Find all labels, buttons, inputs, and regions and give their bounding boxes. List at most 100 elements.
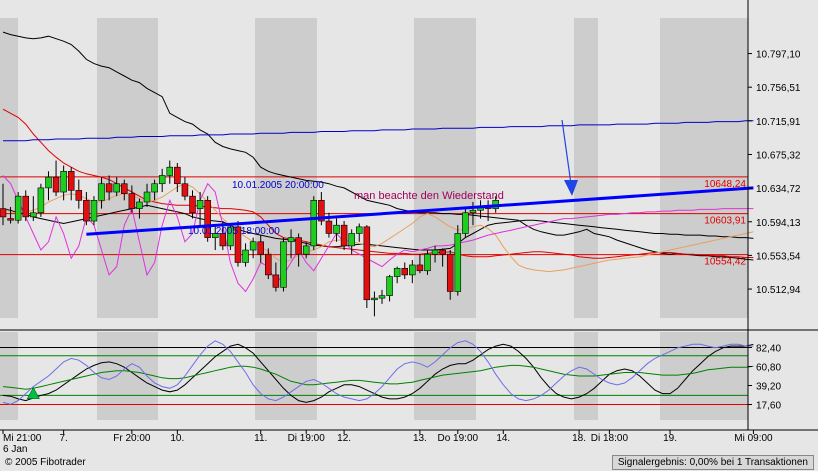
candle-body-20 (151, 183, 158, 193)
candle-body-36 (272, 274, 280, 288)
candle-body-7 (52, 176, 60, 193)
time-tick-label-0: Mi 21:00 (3, 433, 42, 444)
osc-tick-label-3: 17,60 (756, 401, 781, 412)
candle-body-4 (30, 212, 37, 218)
candle-body-12 (90, 200, 98, 222)
status-bar: © 2005 Fibotrader Signalergebnis: 0,00% … (0, 454, 818, 471)
price-band-1 (97, 18, 158, 318)
candle-body-41 (310, 200, 318, 247)
candle-body-16 (121, 183, 128, 194)
price-band-5 (660, 18, 748, 318)
candle-body-15 (113, 183, 120, 193)
candle-2 (14, 192, 22, 224)
candle-body-59 (446, 253, 454, 292)
candle-body-22 (166, 166, 174, 176)
candle-body-33 (249, 241, 257, 251)
candle-body-49 (371, 297, 378, 301)
price-tick-label-4: 10.634,72 (756, 184, 801, 195)
candle-body-21 (158, 175, 166, 185)
candle-body-6 (45, 176, 52, 189)
candle-body-38 (287, 237, 295, 243)
candle-body-17 (128, 193, 136, 209)
candle-body-62 (469, 209, 477, 214)
annotation-date-2: 10.01.2005 18:00:00 (188, 226, 280, 237)
candle-48 (363, 225, 371, 309)
time-tick-label-13: Mi 09:00 (734, 433, 773, 444)
candle-body-53 (401, 267, 408, 276)
candle-body-58 (439, 249, 446, 255)
candle-body-25 (189, 195, 196, 214)
candle-body-11 (83, 200, 90, 222)
candle-41 (310, 196, 318, 251)
candle-body-18 (136, 201, 143, 209)
candle-body-9 (67, 171, 75, 191)
osc-band-1 (97, 332, 158, 420)
candle-body-0 (0, 208, 7, 218)
candle-body-24 (181, 183, 189, 197)
annotation-date-1: 10.01.2005 20:00:00 (232, 180, 324, 191)
time-tick-label-10: 18. (572, 433, 586, 444)
price-tick-label-5: 10.594,13 (756, 218, 801, 229)
candle-body-8 (60, 171, 67, 193)
price-band-3 (414, 18, 476, 318)
candle-60 (454, 225, 462, 296)
candle-body-14 (105, 183, 113, 193)
candle-body-60 (454, 233, 462, 292)
candle-body-5 (37, 187, 45, 214)
candle-body-40 (302, 245, 310, 255)
price-tick-label-7: 10.512,94 (756, 285, 801, 296)
candle-body-46 (348, 233, 355, 247)
candle-45 (340, 221, 348, 251)
candle-body-3 (22, 195, 29, 218)
price-chart[interactable]: 10648,2410603,9110554,42 10.01.2005 20:0… (0, 0, 818, 471)
copyright-text: © 2005 Fibotrader (5, 457, 86, 468)
candle-body-26 (196, 200, 204, 209)
time-tick-label-12: 19. (663, 433, 677, 444)
candle-body-45 (340, 224, 348, 247)
candle-body-2 (14, 195, 22, 221)
candle-body-37 (280, 241, 287, 288)
time-tick-label-9: 14. (496, 433, 510, 444)
signal-result: Signalergebnis: 0,00% bei 1 Transaktione… (611, 455, 814, 470)
candle-body-50 (378, 295, 386, 299)
candle-body-39 (295, 237, 302, 255)
osc-tick-label-1: 60,80 (756, 362, 781, 373)
candle-body-32 (242, 249, 249, 263)
candle-body-43 (325, 220, 333, 234)
osc-band-0 (0, 332, 18, 420)
price-tick-label-2: 10.715,91 (756, 117, 801, 128)
time-tick-label-7: 13. (413, 433, 427, 444)
candle-12 (90, 196, 98, 226)
time-tick-label-3: 10. (170, 433, 184, 444)
candle-body-44 (333, 224, 340, 234)
price-tick-label-1: 10.756,51 (756, 83, 801, 94)
candle-body-51 (386, 276, 393, 296)
price-band-4 (574, 18, 598, 318)
price-tick-label-3: 10.675,32 (756, 150, 801, 161)
price-tick-label-6: 10.553,54 (756, 251, 801, 262)
time-tick-label-11: Di 18:00 (591, 433, 629, 444)
price-band-0 (0, 18, 18, 318)
candle-body-52 (393, 267, 401, 277)
osc-band-2 (255, 332, 317, 420)
level-label-1: 10603,91 (704, 216, 746, 227)
candle-body-61 (462, 212, 469, 234)
osc-tick-label-0: 82,40 (756, 343, 781, 354)
time-tick-label-5: Di 19:00 (288, 433, 326, 444)
candle-5 (37, 183, 45, 217)
price-tick-label-0: 10.797,10 (756, 50, 801, 61)
candle-body-48 (363, 226, 371, 301)
osc-band-3 (414, 332, 476, 420)
candle-body-10 (75, 190, 83, 201)
candle-body-57 (431, 249, 439, 255)
candle-body-34 (257, 241, 264, 255)
candle-37 (280, 237, 287, 292)
time-tick-label-2: Fr 20:00 (113, 433, 151, 444)
candle-body-35 (265, 253, 272, 276)
time-tick-label-1: 7. (59, 433, 67, 444)
osc-tick-label-2: 39,20 (756, 382, 781, 393)
candle-body-47 (356, 226, 363, 234)
candle-body-19 (143, 191, 151, 203)
time-tick-label-6: 12. (337, 433, 351, 444)
candle-body-13 (98, 183, 105, 201)
